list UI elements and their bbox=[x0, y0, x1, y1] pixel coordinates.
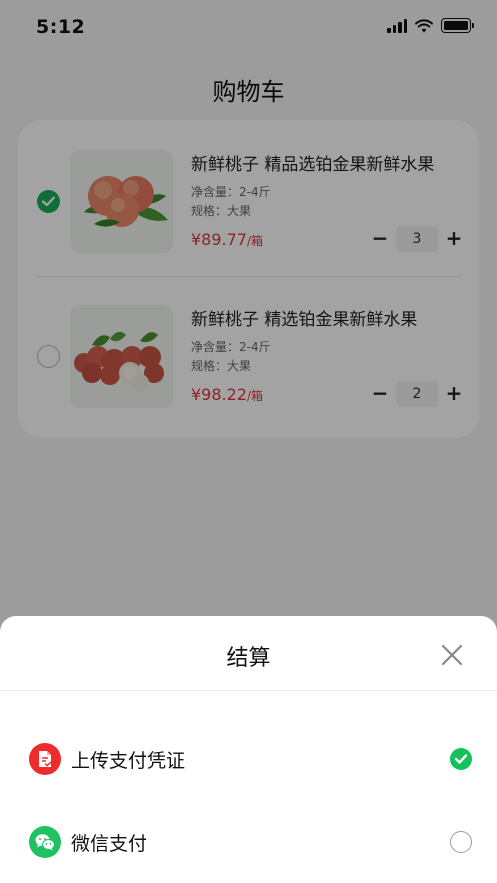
payment-option-label: 微信支付 bbox=[71, 833, 148, 855]
sheet-divider bbox=[0, 690, 497, 691]
payment-option-upload-voucher[interactable]: 上传支付凭证 bbox=[0, 729, 497, 789]
upload-voucher-icon bbox=[29, 743, 61, 775]
close-button[interactable] bbox=[440, 643, 464, 667]
checkout-sheet: 结算 上传支付凭证 微信支付 bbox=[0, 616, 497, 883]
check-icon bbox=[454, 754, 468, 764]
sheet-title: 结算 bbox=[226, 646, 271, 671]
wechat-icon bbox=[29, 826, 61, 858]
radio-selected[interactable] bbox=[450, 748, 472, 770]
payment-option-wechat-pay[interactable]: 微信支付 bbox=[0, 812, 497, 872]
radio-unselected[interactable] bbox=[450, 831, 472, 853]
payment-option-label: 上传支付凭证 bbox=[71, 750, 186, 772]
close-icon bbox=[441, 644, 463, 666]
